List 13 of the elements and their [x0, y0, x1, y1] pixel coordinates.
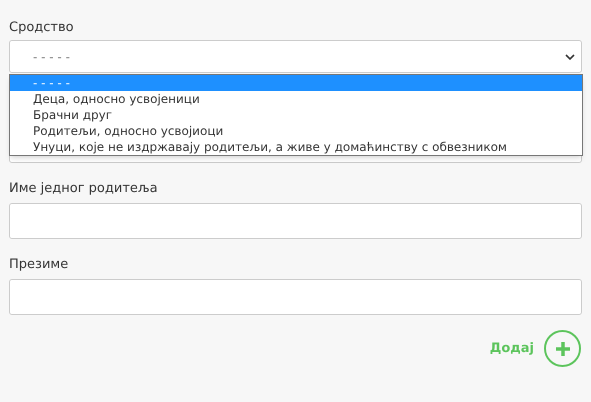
input-field[interactable] [9, 203, 582, 239]
dropdown-option[interactable]: Унуци, које не издржавају родитељи, а живе у домаћинству с обвезником [10, 139, 582, 155]
dropdown-option[interactable]: Деца, односно усвојеници [10, 91, 582, 107]
dropdown-option[interactable]: Родитељи, односно усвојиоци [10, 123, 582, 139]
field-label: Презиме [9, 256, 70, 274]
add-button[interactable] [544, 330, 581, 367]
field-label: Име једног родитеља [9, 180, 159, 198]
field-label: Сродство [9, 19, 75, 37]
input-field[interactable] [9, 279, 582, 315]
plus-icon [554, 340, 570, 356]
chevron-down-icon [565, 52, 575, 60]
select-field[interactable]: - - - - - [9, 40, 582, 73]
dropdown-option[interactable]: Брачни друг [10, 107, 582, 123]
